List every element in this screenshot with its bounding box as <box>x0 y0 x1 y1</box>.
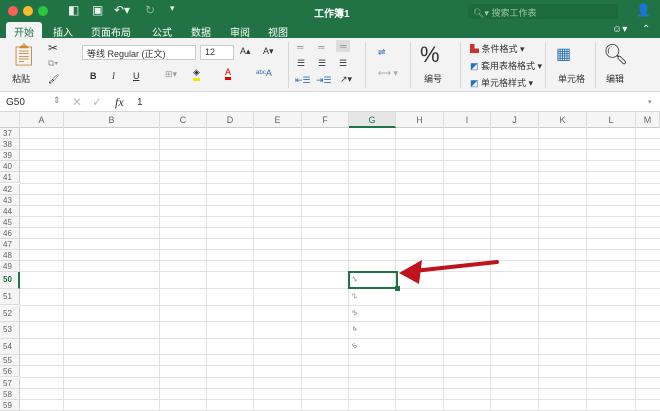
arrow-head <box>399 260 422 284</box>
arrow-shaft <box>412 260 499 273</box>
annotation-arrow <box>399 260 499 284</box>
